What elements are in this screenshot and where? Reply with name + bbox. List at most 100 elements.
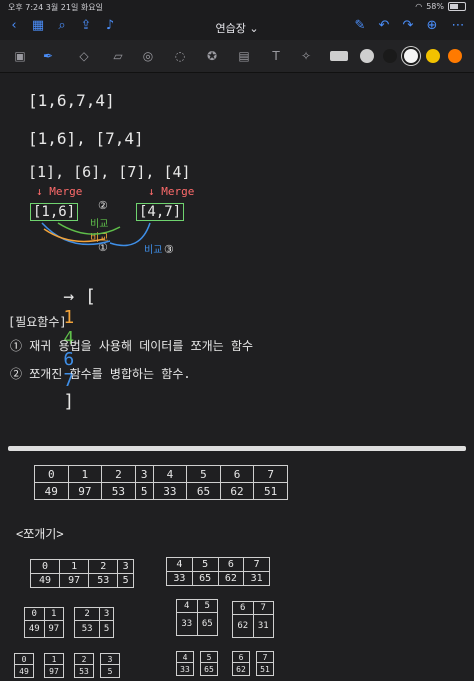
index-cell: 7	[243, 557, 270, 572]
color-swatch-black-selected[interactable]	[404, 49, 418, 63]
index-row: 4 5 6 7	[166, 557, 270, 572]
index-cell: 4	[176, 599, 198, 613]
color-swatch-white[interactable]	[383, 49, 397, 63]
image-tool-icon[interactable]: ▤	[236, 48, 252, 64]
status-time: 오후 7:24 3월 21일 화요일	[8, 2, 103, 13]
index-cell: 1	[43, 607, 64, 621]
index-cell: 7	[256, 651, 274, 663]
section-title: [필요함수]	[8, 315, 67, 329]
text-tool-icon[interactable]: T	[268, 48, 284, 64]
share-icon[interactable]: ⇪	[78, 18, 94, 34]
pen-tool-icon[interactable]: ✒	[40, 48, 56, 64]
index-row: 4 5	[176, 599, 218, 613]
result-close-bracket: ]	[63, 391, 75, 412]
value-cell: 62	[232, 662, 250, 676]
index-cell: 3	[117, 559, 134, 574]
value-cell: 33	[176, 662, 194, 676]
index-cell: 2	[73, 607, 101, 621]
value-row: 49 97	[24, 620, 64, 638]
edit-pencil-icon[interactable]: ✎	[352, 18, 368, 34]
array-singles: [1], [6], [7], [4]	[28, 163, 191, 181]
wifi-icon: ◠	[415, 2, 423, 11]
index-cell: 4	[176, 651, 194, 663]
sticker-tool-icon[interactable]: ✪	[204, 48, 220, 64]
single-table-3: 3 5	[100, 653, 120, 678]
value-cell: 49	[34, 482, 69, 500]
color-swatch-black[interactable]	[360, 49, 374, 63]
index-cell: 2	[101, 465, 136, 483]
quarter-table-3: 4 5 33 65	[176, 599, 218, 636]
required-function-2: ② 쪼개진 함수를 병합하는 함수.	[10, 367, 191, 381]
index-cell: 5	[191, 557, 219, 572]
clock: 오후 7:24	[8, 3, 44, 12]
status-bar: 오후 7:24 3월 21일 화요일 ◠ 58%	[0, 0, 474, 14]
index-cell: 0	[14, 653, 34, 665]
shapes-tool-icon[interactable]: ◎	[140, 48, 156, 64]
array-full: [1,6,7,4]	[28, 91, 115, 110]
index-cell: 6	[232, 601, 254, 615]
value-cell: 33	[152, 482, 188, 500]
value-cell: 97	[44, 664, 64, 678]
index-cell: 2	[74, 653, 94, 665]
single-table-6: 6 62	[232, 651, 250, 676]
value-cell: 62	[217, 571, 245, 586]
color-swatch-yellow[interactable]	[426, 49, 440, 63]
value-cell: 31	[252, 614, 274, 638]
battery-percent: 58%	[426, 2, 444, 11]
value-cell: 5	[99, 620, 114, 638]
half-table-right: 4 5 6 7 33 65 62 31	[166, 557, 270, 586]
value-cell: 53	[101, 482, 136, 500]
index-cell: 3	[134, 465, 154, 483]
status-right: ◠ 58%	[415, 2, 466, 11]
highlighter-tool-icon[interactable]: ▱	[110, 48, 126, 64]
note-canvas[interactable]: [1,6,7,4] [1,6], [7,4] [1], [6], [7], [4…	[0, 73, 474, 681]
value-cell: 53	[73, 620, 101, 638]
arrow-blue-right	[109, 222, 151, 247]
value-row: 62 31	[232, 614, 274, 638]
index-cell: 3	[100, 653, 120, 665]
index-cell: 5	[186, 465, 221, 483]
eraser-tool-icon[interactable]: ◇	[76, 48, 92, 64]
search-icon[interactable]: ⌕	[54, 18, 70, 34]
single-table-2: 2 53	[74, 653, 94, 678]
laser-pointer-icon[interactable]: ✧	[298, 48, 314, 64]
result-open-bracket: → [	[63, 286, 96, 307]
back-chevron-icon[interactable]: ‹	[6, 18, 22, 34]
color-swatch-orange[interactable]	[448, 49, 462, 63]
redo-icon[interactable]: ↷	[400, 18, 416, 34]
value-cell: 65	[196, 612, 218, 636]
value-cell: 51	[253, 482, 288, 500]
value-cell: 49	[24, 620, 45, 638]
value-row: 53 5	[73, 620, 114, 638]
single-table-1: 1 97	[44, 653, 64, 678]
microphone-icon[interactable]: ♪	[102, 18, 118, 34]
index-cell: 2	[88, 559, 119, 574]
value-cell: 97	[59, 573, 90, 588]
add-page-icon[interactable]: ⊕	[424, 18, 440, 34]
array-table: 0 1 2 3 4 5 6 7 49 97 53 5 33 65 62 51	[34, 465, 288, 500]
undo-icon[interactable]: ↶	[376, 18, 392, 34]
index-cell: 1	[44, 653, 64, 665]
arrow-green	[57, 222, 121, 235]
index-row: 2 3	[73, 607, 114, 621]
value-row: 33 65 62 31	[166, 571, 270, 586]
pen-thickness-swatch[interactable]	[330, 51, 348, 61]
section-divider	[8, 446, 466, 451]
index-cell: 5	[200, 651, 218, 663]
quarter-table-2: 2 3 53 5	[73, 607, 114, 638]
index-cell: 0	[29, 559, 61, 574]
grid-icon[interactable]: ▦	[30, 18, 46, 34]
more-icon[interactable]: ⋯	[450, 18, 466, 34]
read-mode-icon[interactable]: ▣	[12, 48, 28, 64]
array-halves: [1,6], [7,4]	[28, 129, 144, 148]
chevron-down-icon[interactable]: ⌄	[249, 22, 258, 35]
merge-right-label: ↓ Merge	[148, 185, 195, 198]
value-row: 49 97 53 5 33 65 62 51	[34, 482, 288, 500]
value-cell: 5	[100, 664, 120, 678]
index-row: 0 1 2 3 4 5 6 7	[34, 465, 288, 483]
index-cell: 0	[24, 607, 45, 621]
lasso-tool-icon[interactable]: ◌	[172, 48, 188, 64]
value-cell: 51	[256, 662, 274, 676]
document-title[interactable]: 연습장	[215, 22, 245, 35]
value-cell: 31	[243, 571, 270, 586]
